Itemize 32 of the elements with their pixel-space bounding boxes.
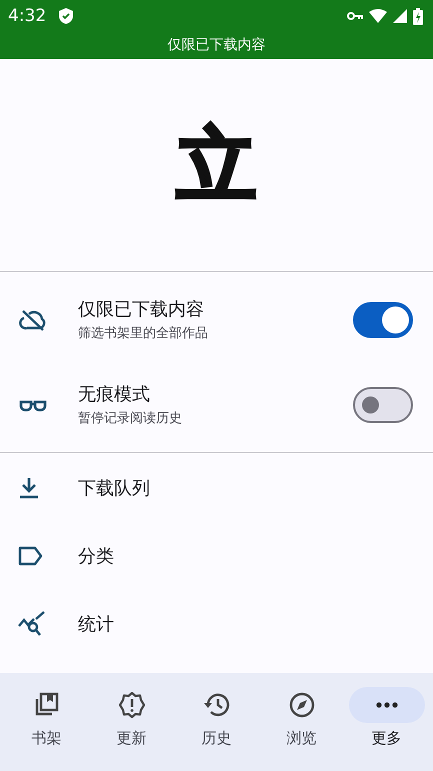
nav-label[interactable]: 更新 (116, 729, 146, 748)
nav-label[interactable]: 书架 (32, 729, 62, 748)
alert-badge-icon[interactable] (118, 691, 146, 719)
download-icon (18, 476, 40, 500)
key-icon (347, 11, 363, 21)
status-time: 4:32 (8, 6, 46, 26)
banner-title: 仅限已下载内容 (168, 36, 266, 54)
cloud-off-icon (18, 308, 48, 332)
history-icon[interactable] (202, 692, 230, 718)
menu-item[interactable]: 分类 (78, 544, 114, 568)
label-icon (18, 546, 44, 566)
compass-icon[interactable] (288, 692, 314, 718)
setting-title: 无痕模式 (78, 383, 151, 406)
library-icon[interactable] (34, 692, 60, 718)
signal-icon (393, 9, 407, 23)
more-icon[interactable] (376, 702, 398, 708)
battery-icon (413, 8, 423, 24)
chart-search-icon (18, 611, 46, 637)
menu-item[interactable]: 下载队列 (78, 476, 150, 500)
menu-item[interactable]: 统计 (78, 612, 114, 636)
wifi-icon (369, 9, 387, 23)
nav-label[interactable]: 历史 (202, 729, 232, 748)
shield-icon (58, 7, 74, 25)
toggle-switch[interactable] (353, 302, 413, 338)
nav-label[interactable]: 更多 (372, 729, 402, 748)
toggle-switch[interactable] (353, 386, 413, 422)
setting-description: 筛选书架里的全部作品 (78, 325, 209, 342)
app-logo: 立 (176, 125, 256, 205)
nav-highlight[interactable] (348, 687, 424, 723)
nav-label[interactable]: 浏览 (286, 729, 316, 748)
setting-description: 暂停记录阅读历史 (78, 410, 183, 427)
setting-title: 仅限已下载内容 (78, 298, 205, 321)
